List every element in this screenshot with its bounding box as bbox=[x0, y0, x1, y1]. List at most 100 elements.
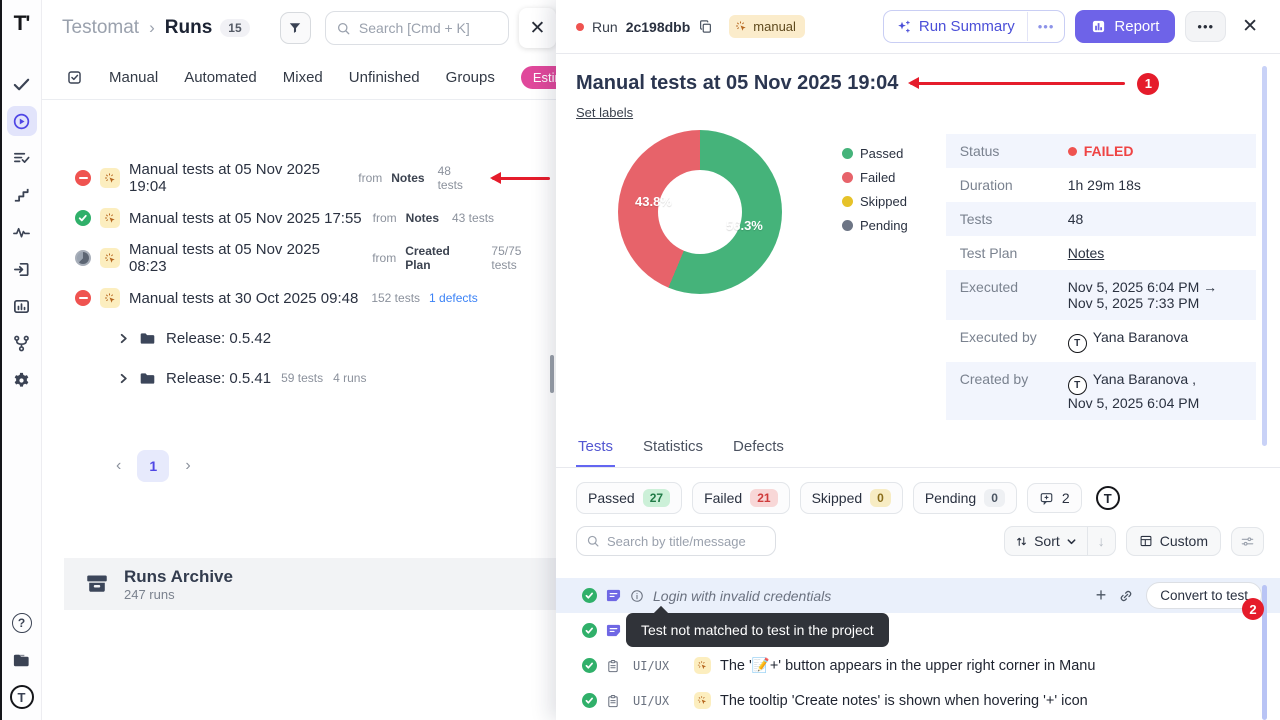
defects-link[interactable]: 1 defects bbox=[429, 291, 478, 305]
clipboard-icon bbox=[606, 694, 620, 708]
detail-scrollbar-top[interactable] bbox=[1262, 66, 1267, 446]
run-row[interactable]: Manual tests at 05 Nov 2025 17:55 from N… bbox=[42, 198, 550, 238]
passed-status-icon bbox=[75, 210, 91, 226]
search-placeholder: Search [Cmd + K] bbox=[359, 20, 470, 36]
run-id: 2c198dbb bbox=[626, 19, 691, 35]
prev-page-button[interactable]: ‹ bbox=[116, 457, 121, 475]
sort-direction-button[interactable]: ↓ bbox=[1088, 527, 1115, 555]
run-detail-title: Manual tests at 05 Nov 2025 19:04 bbox=[576, 72, 898, 95]
run-summary-more-button[interactable]: ••• bbox=[1027, 12, 1065, 41]
user-avatar-filter[interactable]: T bbox=[1096, 486, 1120, 510]
add-icon[interactable]: + bbox=[1096, 585, 1107, 606]
copy-icon[interactable] bbox=[698, 19, 713, 34]
testomat-logo-icon[interactable]: T' bbox=[2, 4, 41, 44]
breadcrumb-section[interactable]: Runs bbox=[165, 17, 213, 39]
run-title: Manual tests at 30 Oct 2025 09:48 bbox=[129, 290, 358, 307]
close-panel-button[interactable]: ✕ bbox=[519, 8, 556, 48]
info-row-duration: Duration 1h 29m 18s bbox=[946, 168, 1256, 202]
check-icon[interactable] bbox=[7, 69, 37, 99]
passed-check-icon bbox=[582, 693, 597, 708]
set-labels-link[interactable]: Set labels bbox=[576, 105, 633, 120]
annotation-arrow-1 bbox=[910, 82, 1125, 85]
run-source: Notes bbox=[406, 211, 439, 225]
run-row[interactable]: Manual tests at 30 Oct 2025 09:48 152 te… bbox=[42, 278, 550, 318]
test-row[interactable]: Login with invalid credentials + Convert… bbox=[556, 578, 1280, 613]
test-tag: UI/UX bbox=[633, 694, 685, 708]
columns-settings-button[interactable] bbox=[1231, 527, 1264, 556]
runs-archive-bar[interactable]: Runs Archive 247 runs bbox=[64, 558, 556, 610]
test-row[interactable]: UI/UX The tooltip 'Create notes' is show… bbox=[556, 683, 1280, 718]
close-detail-button[interactable]: ✕ bbox=[1236, 11, 1264, 42]
donut-failed-label: 43.8% bbox=[635, 194, 672, 209]
list-scrollbar[interactable] bbox=[550, 355, 554, 393]
chevron-right-icon[interactable] bbox=[118, 373, 129, 384]
search-input[interactable]: Search [Cmd + K] bbox=[325, 11, 509, 45]
archive-box-icon bbox=[84, 571, 110, 597]
tab-unfinished[interactable]: Unfinished bbox=[349, 69, 420, 86]
release-row[interactable]: Release: 0.5.42 bbox=[42, 318, 550, 358]
report-button[interactable]: Report bbox=[1075, 10, 1175, 43]
breadcrumb-app[interactable]: Testomat bbox=[62, 17, 139, 39]
tab-manual[interactable]: Manual bbox=[109, 69, 158, 86]
search-icon bbox=[336, 21, 351, 36]
pagination: ‹ 1 › bbox=[116, 450, 550, 482]
pending-chip[interactable]: Pending0 bbox=[913, 482, 1017, 514]
test-row[interactable]: UI/UX The '📝+' button appears in the upp… bbox=[556, 648, 1280, 683]
next-page-button[interactable]: › bbox=[185, 457, 190, 475]
sign-in-icon[interactable] bbox=[7, 254, 37, 284]
run-tests-count: 43 tests bbox=[452, 211, 494, 225]
runs-play-icon[interactable] bbox=[7, 106, 37, 136]
custom-view-button[interactable]: Custom bbox=[1126, 526, 1221, 556]
more-options-button[interactable]: ••• bbox=[1185, 11, 1226, 42]
legend-pending: Pending bbox=[842, 218, 908, 233]
results-donut-wrap: 43.8% 56.3% bbox=[618, 130, 782, 294]
sort-button[interactable]: Sort bbox=[1005, 527, 1088, 555]
tab-defects[interactable]: Defects bbox=[731, 430, 786, 467]
run-from-label: from bbox=[372, 251, 396, 265]
release-row[interactable]: Release: 0.5.41 59 tests 4 runs bbox=[42, 358, 550, 398]
passed-chip[interactable]: Passed27 bbox=[576, 482, 682, 514]
failed-chip[interactable]: Failed21 bbox=[692, 482, 790, 514]
help-icon[interactable]: ? bbox=[7, 608, 37, 638]
run-label: Run bbox=[592, 19, 618, 35]
release-tests-count: 59 tests bbox=[281, 371, 323, 385]
list-check-icon[interactable] bbox=[7, 143, 37, 173]
info-row-test-plan: Test Plan Notes bbox=[946, 236, 1256, 270]
manual-run-icon bbox=[100, 168, 120, 188]
breadcrumb-separator: › bbox=[149, 18, 155, 38]
test-plan-link[interactable]: Notes bbox=[1068, 245, 1105, 261]
chevron-right-icon[interactable] bbox=[118, 333, 129, 344]
report-chart-icon[interactable] bbox=[7, 291, 37, 321]
branch-icon[interactable] bbox=[7, 328, 37, 358]
settings-gear-icon[interactable] bbox=[7, 365, 37, 395]
run-row[interactable]: Manual tests at 05 Nov 2025 19:04 from N… bbox=[42, 158, 550, 198]
user-avatar[interactable]: T bbox=[7, 682, 37, 712]
tests-toolbar: Search by title/message Sort ↓ Custom bbox=[556, 514, 1280, 556]
skipped-chip[interactable]: Skipped0 bbox=[800, 482, 903, 514]
link-icon[interactable] bbox=[1118, 588, 1134, 604]
failed-dot-icon bbox=[842, 172, 853, 183]
failed-dot-icon bbox=[576, 23, 584, 31]
page-1-button[interactable]: 1 bbox=[137, 450, 169, 482]
pulse-icon[interactable] bbox=[7, 217, 37, 247]
manual-test-icon bbox=[694, 657, 711, 674]
info-row-tests: Tests 48 bbox=[946, 202, 1256, 236]
tab-statistics[interactable]: Statistics bbox=[641, 430, 705, 467]
filter-button[interactable] bbox=[280, 12, 311, 44]
folder-icon bbox=[139, 330, 156, 347]
legend-passed: Passed bbox=[842, 146, 908, 161]
tests-search-input[interactable]: Search by title/message bbox=[576, 526, 776, 556]
tab-mixed[interactable]: Mixed bbox=[283, 69, 323, 86]
release-name: Release: 0.5.41 bbox=[166, 370, 271, 387]
run-from-label: from bbox=[373, 211, 397, 225]
tab-automated[interactable]: Automated bbox=[184, 69, 257, 86]
tab-groups[interactable]: Groups bbox=[446, 69, 495, 86]
tab-tests[interactable]: Tests bbox=[576, 430, 615, 467]
comments-chip[interactable]: 2 bbox=[1027, 483, 1082, 513]
run-row[interactable]: Manual tests at 05 Nov 2025 08:23 from C… bbox=[42, 238, 550, 278]
select-all-icon[interactable] bbox=[66, 69, 83, 86]
steps-icon[interactable] bbox=[7, 180, 37, 210]
run-source: Notes bbox=[391, 171, 424, 185]
run-summary-button[interactable]: Run Summary bbox=[884, 11, 1027, 42]
docs-folder-icon[interactable] bbox=[7, 645, 37, 675]
